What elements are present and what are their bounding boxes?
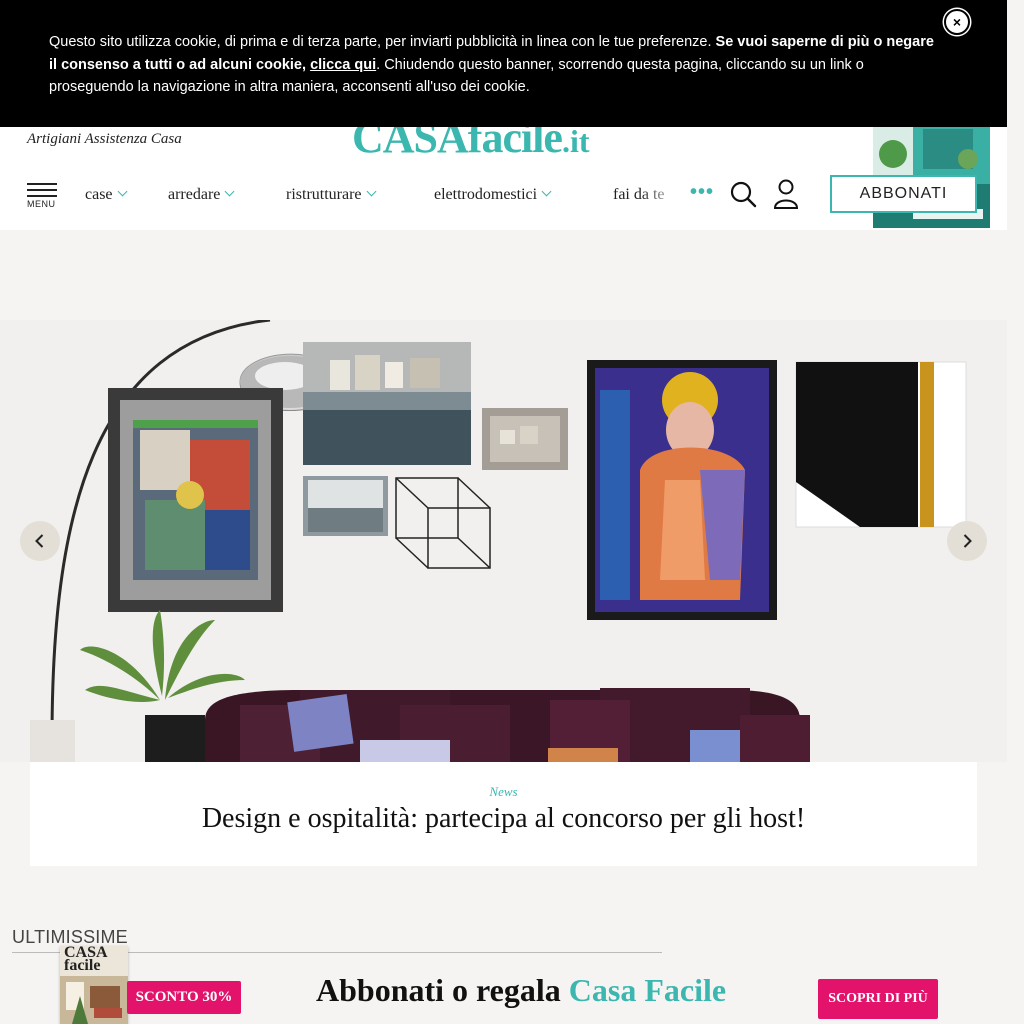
hero-title[interactable]: Design e ospitalità: partecipa al concor… xyxy=(30,803,977,835)
promo-text-accent: Casa Facile xyxy=(568,972,727,1008)
chevron-down-icon xyxy=(541,186,552,197)
user-icon[interactable] xyxy=(772,178,800,210)
chevron-down-icon xyxy=(366,186,376,197)
hero-caption: News Design e ospitalità: partecipa al c… xyxy=(30,762,977,866)
cookie-text-part-1: Questo sito utilizza cookie, di prima e … xyxy=(49,34,716,50)
cover-title: CASA facile xyxy=(64,946,107,974)
cookie-policy-link[interactable]: clicca qui xyxy=(310,57,376,73)
section-title-latest: ULTIMISSIME xyxy=(12,927,128,947)
nav-label: arredare xyxy=(168,186,221,203)
slider-next-button[interactable] xyxy=(947,521,987,561)
ellipsis-icon[interactable]: ••• xyxy=(690,181,714,204)
hamburger-icon-bar xyxy=(27,195,57,197)
nav-item-arredare[interactable]: arredare xyxy=(168,186,235,204)
close-icon[interactable]: × xyxy=(944,9,970,35)
discount-badge: SCONTO 30% xyxy=(127,981,241,1014)
nav-label: elettrodomestici xyxy=(434,186,538,203)
promo-text-prefix: Abbonati o regala xyxy=(316,972,569,1008)
nav-label: ristrutturare xyxy=(286,186,362,203)
hamburger-icon-bar xyxy=(27,189,57,191)
subscribe-button[interactable]: ABBONATI xyxy=(830,175,977,213)
nav-item-ristrutturare[interactable]: ristrutturare xyxy=(286,186,376,204)
nav-item-elettrodomestici[interactable]: elettrodomestici xyxy=(434,186,552,204)
chevron-left-icon xyxy=(35,534,44,548)
menu-button[interactable]: MENU xyxy=(27,183,59,213)
magazine-cover[interactable]: CASA facile xyxy=(60,946,128,1024)
discover-more-button[interactable]: SCOPRI DI PIÙ xyxy=(818,979,938,1019)
promo-headline: Abbonati o regala Casa Facile xyxy=(316,972,726,1009)
chevron-right-icon xyxy=(963,534,972,548)
hero-category[interactable]: News xyxy=(30,784,977,800)
cookie-text: Questo sito utilizza cookie, di prima e … xyxy=(49,31,939,99)
nav-item-case[interactable]: case xyxy=(85,186,127,204)
logo-suffix: .it xyxy=(561,123,590,159)
chevron-down-icon xyxy=(117,186,127,197)
hero-slide-image[interactable] xyxy=(0,320,1007,762)
slider-prev-button[interactable] xyxy=(20,521,60,561)
nav-label: case xyxy=(85,186,113,203)
header-tagline[interactable]: Artigiani Assistenza Casa xyxy=(27,131,182,148)
hamburger-icon xyxy=(27,183,57,185)
menu-label: MENU xyxy=(27,199,56,209)
cookie-banner: Questo sito utilizza cookie, di prima e … xyxy=(0,0,1007,127)
chevron-down-icon xyxy=(224,186,235,197)
search-icon[interactable] xyxy=(729,180,757,208)
hero-illustration xyxy=(0,320,1007,762)
nav-fade xyxy=(640,180,685,210)
